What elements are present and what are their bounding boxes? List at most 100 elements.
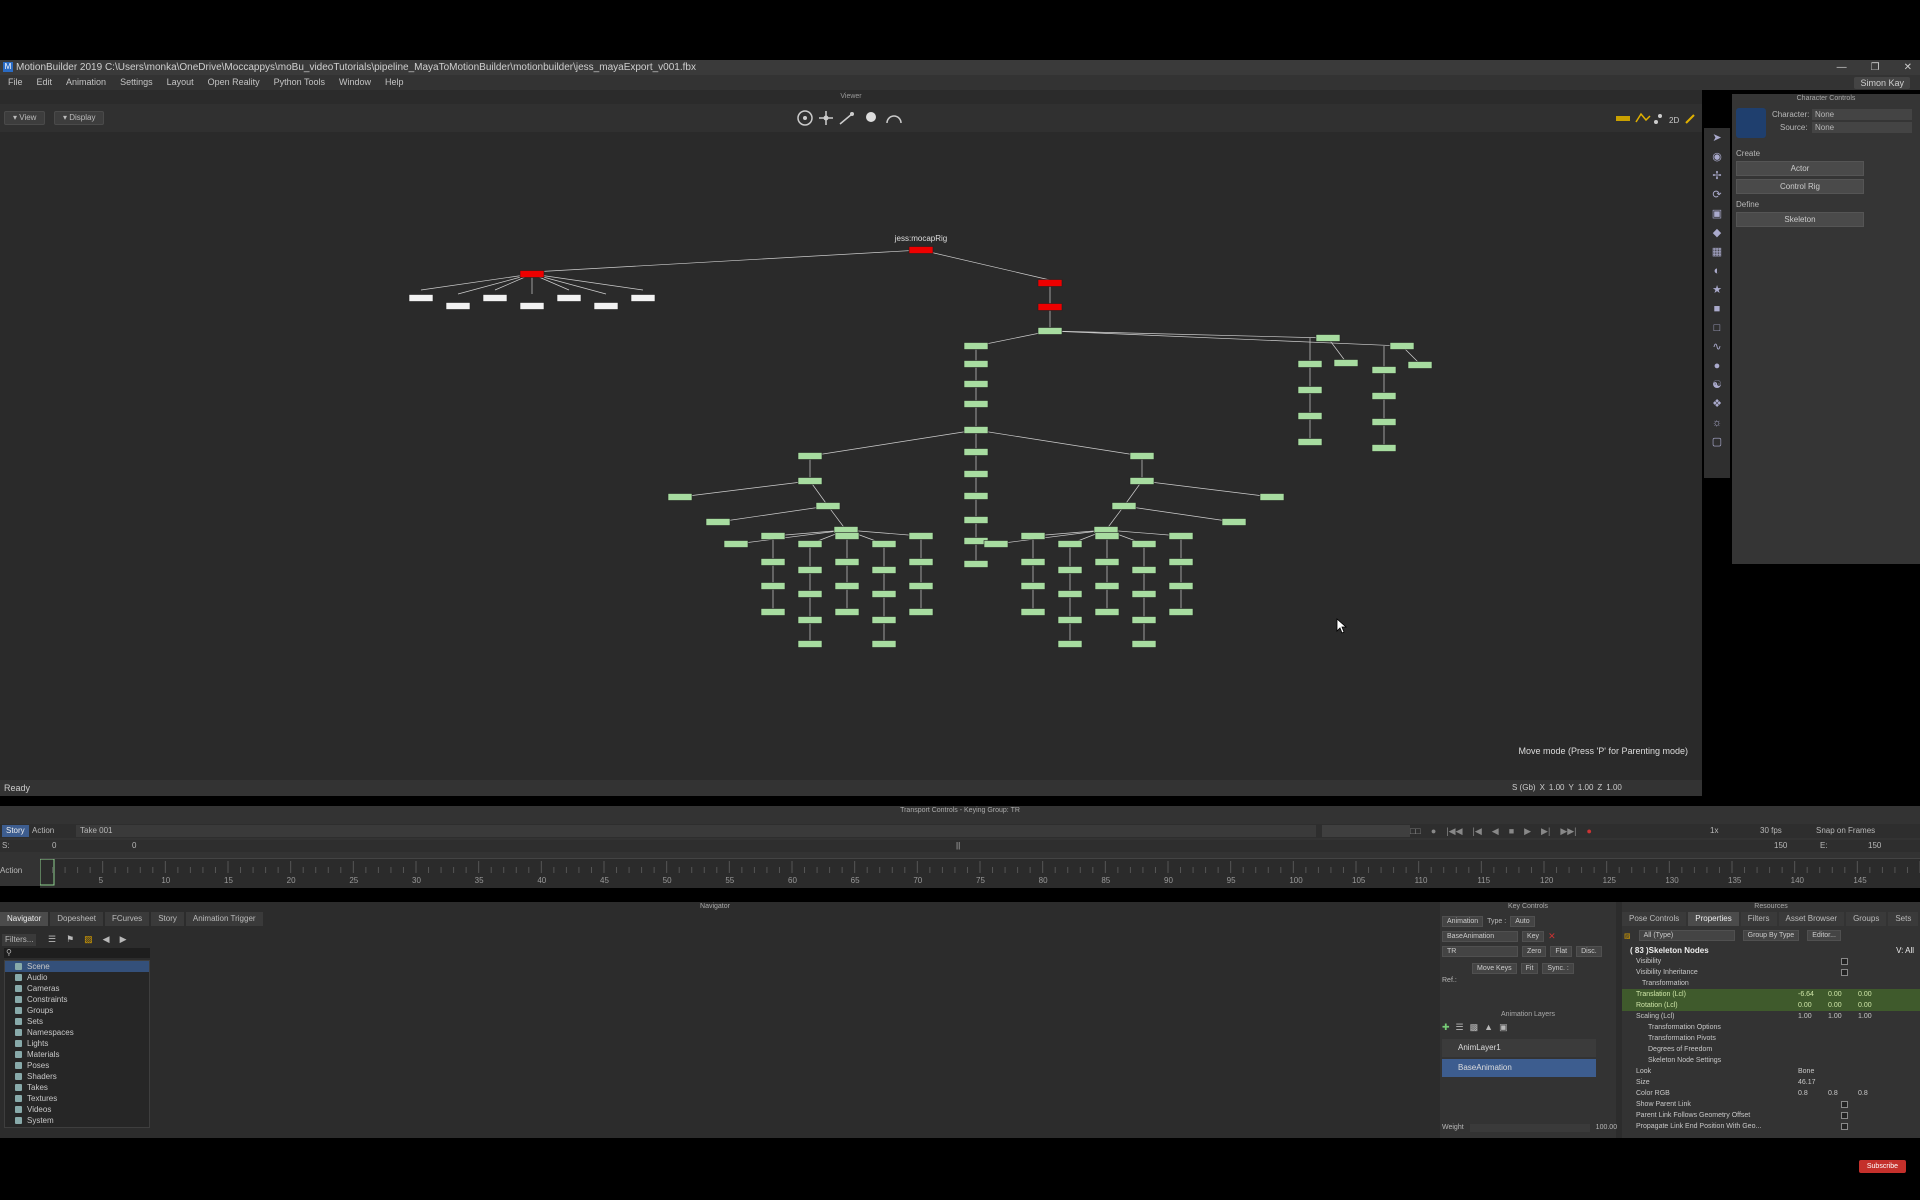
- goto-end-icon[interactable]: ▶▶|: [1560, 825, 1576, 837]
- property-row[interactable]: Scaling (Lcl) 1.00 1.00 1.00: [1622, 1011, 1920, 1022]
- arc-icon[interactable]: [886, 115, 902, 124]
- property-row[interactable]: Transformation Pivots: [1622, 1033, 1920, 1044]
- tree-item-groups[interactable]: Groups: [5, 1005, 149, 1016]
- finger-joint[interactable]: [871, 540, 897, 548]
- finger-joint[interactable]: [1020, 608, 1046, 616]
- menu-python-tools[interactable]: Python Tools: [274, 75, 325, 90]
- camera-icon[interactable]: ◐: [1710, 264, 1724, 278]
- spine-joint[interactable]: [963, 400, 989, 408]
- select-sphere-icon[interactable]: [866, 112, 876, 122]
- goto-start-icon[interactable]: |◀◀: [1446, 825, 1462, 837]
- keyframe-icon[interactable]: ▦: [1710, 245, 1724, 259]
- leg-joint[interactable]: [1297, 412, 1323, 420]
- scale-icon[interactable]: ▣: [1710, 207, 1724, 221]
- tab-groups[interactable]: Groups: [1846, 912, 1887, 926]
- finger-joint[interactable]: [1094, 532, 1120, 540]
- leg-joint[interactable]: [1297, 438, 1323, 446]
- flat-button[interactable]: Flat: [1550, 946, 1573, 957]
- finger-joint[interactable]: [1131, 616, 1157, 624]
- finger-joint[interactable]: [983, 540, 1009, 548]
- tree-item-cameras[interactable]: Cameras: [5, 983, 149, 994]
- time-cursor[interactable]: [39, 858, 55, 886]
- sync-button[interactable]: Sync. :: [1542, 963, 1574, 974]
- character-select[interactable]: None: [1812, 109, 1912, 120]
- sphere-icon[interactable]: ●: [1710, 359, 1724, 373]
- finger-joint[interactable]: [834, 582, 860, 590]
- menu-settings[interactable]: Settings: [120, 75, 153, 90]
- loop-icon[interactable]: ●: [1431, 825, 1436, 837]
- leg-joint[interactable]: [1407, 361, 1433, 369]
- property-checkbox[interactable]: [1841, 1101, 1848, 1108]
- translate-icon[interactable]: ✢: [1710, 169, 1724, 183]
- finger-joint[interactable]: [760, 532, 786, 540]
- property-value[interactable]: 0.00: [1858, 1000, 1872, 1011]
- finger-joint[interactable]: [1094, 608, 1120, 616]
- finger-joint[interactable]: [908, 582, 934, 590]
- finger-joint[interactable]: [908, 532, 934, 540]
- fit-button[interactable]: Fit: [1520, 963, 1539, 974]
- finger-joint[interactable]: [797, 540, 823, 548]
- property-row[interactable]: Propagate Link End Position With Geo...: [1622, 1121, 1920, 1132]
- shoulder-joint[interactable]: [797, 452, 823, 460]
- stop-icon[interactable]: ■: [1509, 825, 1514, 837]
- graph-icon[interactable]: [1635, 112, 1651, 123]
- minimize-icon[interactable]: —: [1837, 60, 1847, 75]
- arm-end-joint[interactable]: [1259, 493, 1285, 501]
- layer-baseanimation[interactable]: BaseAnimation: [1442, 1059, 1596, 1077]
- weight-slider[interactable]: [1469, 1124, 1590, 1132]
- finger-joint[interactable]: [1057, 616, 1083, 624]
- tree-item-textures[interactable]: Textures: [5, 1093, 149, 1104]
- tree-item-poses[interactable]: Poses: [5, 1060, 149, 1071]
- prev-key-icon[interactable]: |◀: [1473, 825, 1482, 837]
- leg-joint[interactable]: [1389, 342, 1415, 350]
- finger-joint[interactable]: [797, 616, 823, 624]
- user-badge[interactable]: Simon Kay: [1854, 77, 1910, 89]
- trash-icon[interactable]: ▩: [1470, 1022, 1479, 1033]
- property-row[interactable]: Degrees of Freedom: [1622, 1044, 1920, 1055]
- current-frame[interactable]: 0: [132, 840, 136, 852]
- menu-animation[interactable]: Animation: [66, 75, 106, 90]
- finger-joint[interactable]: [1057, 540, 1083, 548]
- x-value[interactable]: 1.00: [1549, 780, 1565, 796]
- tree-item-takes[interactable]: Takes: [5, 1082, 149, 1093]
- next-key-icon[interactable]: ▶|: [1541, 825, 1550, 837]
- view-filter[interactable]: V: All: [1896, 945, 1914, 956]
- finger-joint[interactable]: [760, 608, 786, 616]
- play-icon[interactable]: ▶: [1524, 825, 1531, 837]
- finger-joint[interactable]: [1020, 558, 1046, 566]
- property-value[interactable]: 0.8: [1858, 1088, 1868, 1099]
- snap-select[interactable]: Snap on Frames: [1816, 825, 1875, 837]
- story-tab[interactable]: Story: [2, 825, 29, 837]
- property-value[interactable]: 0.00: [1828, 989, 1842, 1000]
- finger-joint[interactable]: [1131, 590, 1157, 598]
- finger-joint[interactable]: [797, 590, 823, 598]
- fps-select[interactable]: 30 fps: [1760, 825, 1782, 837]
- spine-joint[interactable]: [963, 492, 989, 500]
- mesh-node[interactable]: [519, 302, 545, 310]
- weight-value[interactable]: 100.00: [1596, 1124, 1617, 1132]
- move-keys-button[interactable]: Move Keys: [1472, 963, 1517, 974]
- property-row[interactable]: Visibility Inheritance: [1622, 967, 1920, 978]
- spine-joint[interactable]: [963, 470, 989, 478]
- range-handle[interactable]: ||: [956, 840, 960, 852]
- speed-select[interactable]: 1x: [1710, 825, 1718, 837]
- tab-dopesheet[interactable]: Dopesheet: [50, 912, 103, 926]
- hips-node[interactable]: [1037, 303, 1063, 311]
- finger-joint[interactable]: [1168, 558, 1194, 566]
- mesh-node[interactable]: [408, 294, 434, 302]
- finger-joint[interactable]: [834, 558, 860, 566]
- arm-end-joint[interactable]: [705, 518, 731, 526]
- mesh-node[interactable]: [593, 302, 619, 310]
- list-icon[interactable]: ☰: [48, 934, 56, 945]
- keying-group-select[interactable]: TR: [1442, 946, 1518, 957]
- tab-asset-browser[interactable]: Asset Browser: [1778, 912, 1845, 926]
- record-icon[interactable]: ●: [1587, 825, 1592, 837]
- source-select[interactable]: None: [1812, 122, 1912, 133]
- control-rig-button[interactable]: Control Rig: [1736, 179, 1864, 194]
- property-row[interactable]: Size 46.17: [1622, 1077, 1920, 1088]
- group-icon[interactable]: ▣: [1499, 1022, 1508, 1033]
- layout-icon[interactable]: □□: [1410, 825, 1421, 837]
- finger-joint[interactable]: [834, 532, 860, 540]
- finger-joint[interactable]: [797, 566, 823, 574]
- property-row[interactable]: Translation (Lcl) -6.64 0.00 0.00: [1622, 989, 1920, 1000]
